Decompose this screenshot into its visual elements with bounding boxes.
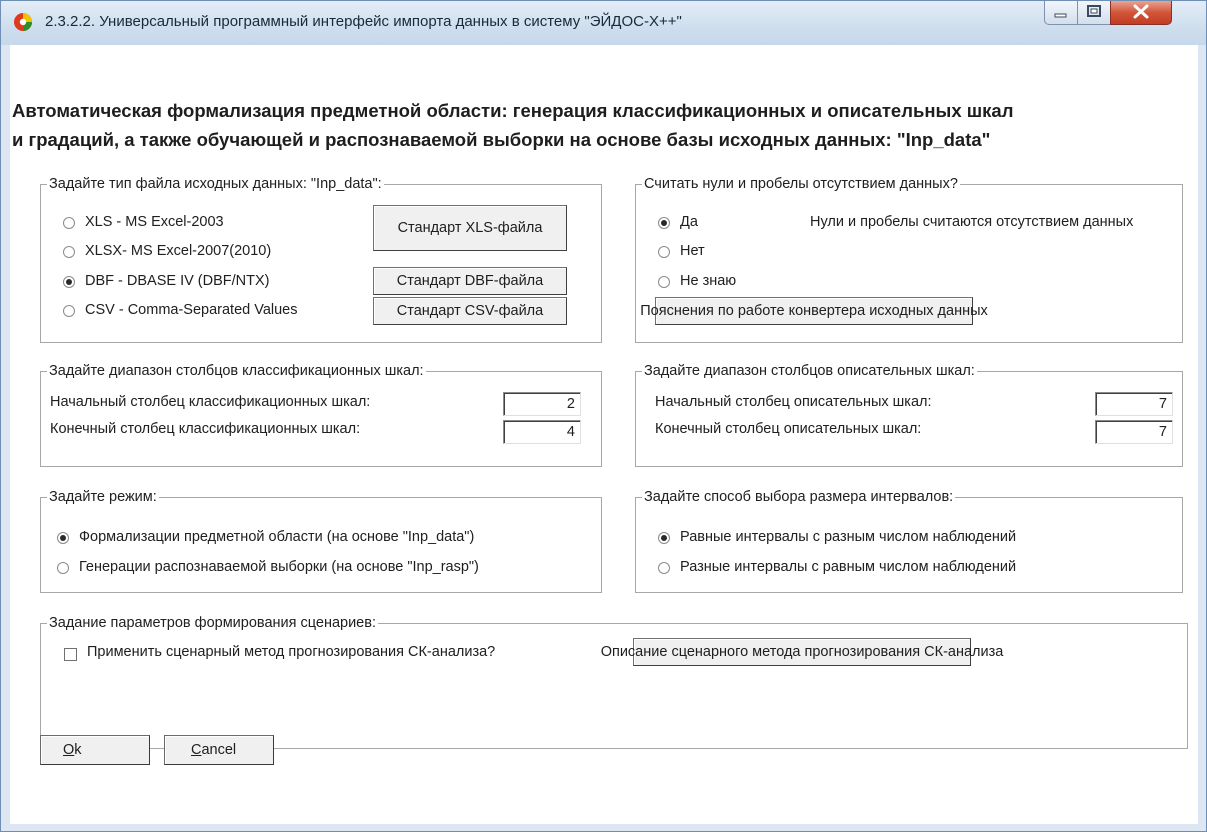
zeros-no-label[interactable]: Нет [680,241,705,261]
close-button[interactable] [1110,1,1172,25]
ok-button-label: Ok [63,742,82,758]
class-scales-legend: Задайте диапазон столбцов классификацион… [47,361,426,381]
desc-start-label: Начальный столбец описательных шкал: [655,394,932,410]
zeros-legend: Считать нули и пробелы отсутствием данны… [642,174,960,194]
class-start-input[interactable]: 2 [503,392,581,416]
desc-scales-group: Задайте диапазон столбцов описательных ш… [635,361,1183,467]
file-type-xls-label[interactable]: XLS - MS Excel-2003 [85,212,224,232]
zeros-yes-label[interactable]: Да [680,212,698,232]
file-type-dbf-label[interactable]: DBF - DBASE IV (DBF/NTX) [85,271,270,291]
heading-line-2: и градаций, а также обучающей и распозна… [12,129,991,150]
scenarios-legend: Задание параметров формирования сценарие… [47,613,378,633]
intervals-legend: Задайте способ выбора размера интервалов… [642,487,956,507]
scenario-method-label[interactable]: Применить сценарный метод прогнозировани… [87,642,495,662]
scenarios-group: Задание параметров формирования сценарие… [40,613,1188,749]
intervals-group: Задайте способ выбора размера интервалов… [635,487,1183,593]
heading-line-1: Автоматическая формализация предметной о… [12,100,1014,121]
mode-generation-label[interactable]: Генерации распознаваемой выборки (на осн… [79,557,479,577]
file-type-group: Задайте тип файла исходных данных: "Inp_… [40,174,602,343]
file-type-xlsx-radio[interactable] [63,246,75,258]
class-scales-group: Задайте диапазон столбцов классификацион… [40,361,602,467]
maximize-icon [1087,5,1101,17]
zeros-no-radio[interactable] [658,246,670,258]
file-type-xlsx-label[interactable]: XLSX- MS Excel-2007(2010) [85,241,271,261]
intervals-unequal-label[interactable]: Разные интервалы с равным числом наблюде… [680,557,1016,577]
csv-standard-button[interactable]: Стандарт CSV-файла [373,297,567,325]
scenario-method-description-button[interactable]: Описание сценарного метода прогнозирован… [601,638,1003,666]
minimize-icon [1054,13,1067,18]
class-end-input[interactable]: 4 [503,420,581,444]
zeros-dontknow-label[interactable]: Не знаю [680,271,736,291]
dialog-window: 2.3.2.2. Универсальный программный интер… [0,0,1207,832]
class-start-label: Начальный столбец классификационных шкал… [50,394,371,410]
desc-scales-legend: Задайте диапазон столбцов описательных ш… [642,361,977,381]
file-type-xls-radio[interactable] [63,217,75,229]
mode-group: Задайте режим: Формализации предметной о… [40,487,602,593]
zeros-yes-radio[interactable] [658,217,670,229]
desc-start-input[interactable]: 7 [1095,392,1173,416]
dbf-standard-button[interactable]: Стандарт DBF-файла [373,267,567,295]
close-icon [1133,4,1149,19]
mode-formalization-radio[interactable] [57,532,69,544]
cancel-button-label: Cancel [191,742,237,758]
file-type-dbf-radio[interactable] [63,276,75,288]
app-icon [14,13,32,31]
ok-button[interactable]: Ok [40,735,150,765]
zeros-dontknow-radio[interactable] [658,276,670,288]
desc-end-input[interactable]: 7 [1095,420,1173,444]
mode-generation-radio[interactable] [57,562,69,574]
mode-legend: Задайте режим: [47,487,159,507]
intervals-unequal-radio[interactable] [658,562,670,574]
title-bar[interactable]: 2.3.2.2. Универсальный программный интер… [1,1,1206,45]
minimize-button[interactable] [1044,1,1078,25]
file-type-legend: Задайте тип файла исходных данных: "Inp_… [47,174,384,194]
scenario-method-checkbox[interactable] [64,648,77,661]
converter-explanation-button[interactable]: Пояснения по работе конвертера исходных … [640,297,988,325]
intervals-equal-label[interactable]: Равные интервалы с разным числом наблюде… [680,527,1016,547]
xls-standard-button[interactable]: Стандарт XLS-файла [373,205,567,251]
cancel-button[interactable]: Cancel [164,735,274,765]
mode-formalization-label[interactable]: Формализации предметной области (на осно… [79,527,474,547]
file-type-csv-label[interactable]: CSV - Comma-Separated Values [85,300,298,320]
desc-end-label: Конечный столбец описательных шкал: [655,421,922,437]
file-type-csv-radio[interactable] [63,305,75,317]
zeros-hint: Нули и пробелы считаются отсутствием дан… [810,214,1134,230]
zeros-group: Считать нули и пробелы отсутствием данны… [635,174,1183,343]
window-title: 2.3.2.2. Универсальный программный интер… [45,13,682,30]
maximize-button[interactable] [1077,1,1111,25]
intervals-equal-radio[interactable] [658,532,670,544]
class-end-label: Конечный столбец классификационных шкал: [50,421,361,437]
